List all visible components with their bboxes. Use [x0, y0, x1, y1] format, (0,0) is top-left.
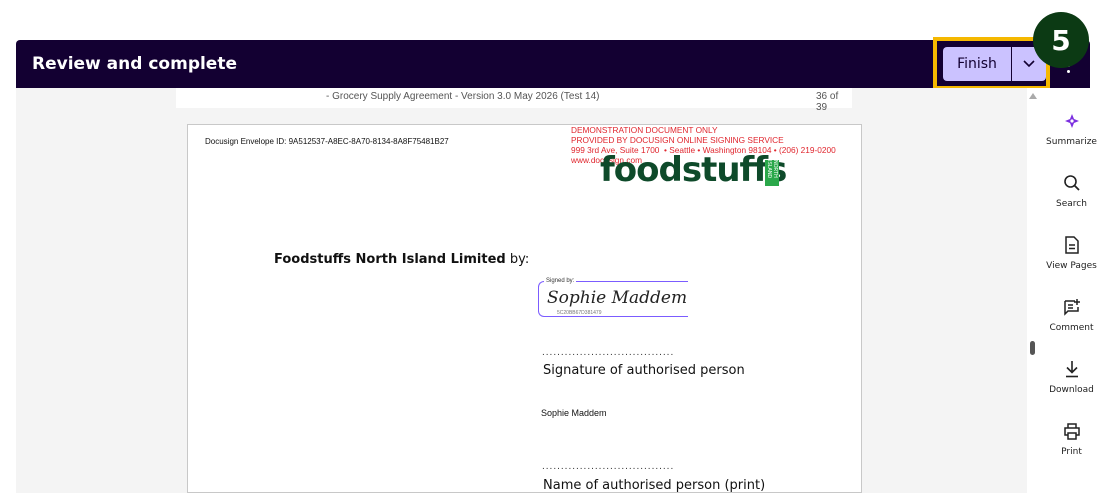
signature-label: Signature of authorised person: [543, 363, 745, 378]
name-label: Name of authorised person (print): [543, 478, 766, 493]
step-badge: 5: [1033, 12, 1089, 68]
scroll-up-arrow[interactable]: [1029, 93, 1037, 99]
finish-button-group[interactable]: Finish: [943, 47, 1046, 81]
scrollbar[interactable]: [1027, 88, 1037, 493]
pages-icon: [1064, 234, 1080, 256]
finish-button[interactable]: Finish: [943, 47, 1012, 81]
download-tool[interactable]: Download: [1037, 358, 1106, 395]
view-pages-tool[interactable]: View Pages: [1037, 234, 1106, 271]
print-tool[interactable]: Print: [1037, 420, 1106, 457]
logo-tag: NORTH ISLAND: [765, 160, 779, 186]
document-info-bar: - Grocery Supply Agreement - Version 3.0…: [176, 88, 852, 113]
sparkle-icon: [1064, 110, 1080, 132]
print-label: Print: [1061, 447, 1082, 457]
summarize-label: Summarize: [1046, 137, 1097, 147]
chevron-down-icon: [1023, 60, 1035, 68]
scroll-thumb[interactable]: [1030, 341, 1035, 355]
download-label: Download: [1049, 385, 1094, 395]
search-tool[interactable]: Search: [1037, 172, 1106, 209]
view-pages-label: View Pages: [1046, 261, 1097, 271]
company-suffix: by:: [505, 252, 530, 267]
search-label: Search: [1056, 199, 1087, 209]
page-title: Review and complete: [32, 54, 237, 74]
signature-dotted-line: ...................................: [542, 347, 675, 358]
signed-by-label: Signed by:: [544, 278, 577, 284]
signature-script: Sophie Maddem: [547, 288, 688, 308]
comment-tool[interactable]: Comment: [1037, 296, 1106, 333]
more-dot: [1066, 69, 1070, 73]
print-icon: [1063, 420, 1081, 442]
header-bar: Review and complete: [16, 40, 1090, 88]
page-indicator: 36 of 39: [816, 91, 839, 113]
document-title: - Grocery Supply Agreement - Version 3.0…: [326, 91, 600, 102]
search-icon: [1063, 172, 1081, 194]
name-dotted-line: ...................................: [542, 461, 675, 472]
comment-icon: [1063, 296, 1081, 318]
download-icon: [1064, 358, 1080, 380]
summarize-tool[interactable]: Summarize: [1037, 110, 1106, 147]
company-line: Foodstuffs North Island Limited by:: [274, 252, 529, 267]
company-name: Foodstuffs North Island Limited: [274, 252, 506, 267]
signer-name: Sophie Maddem: [541, 408, 607, 418]
envelope-id: Docusign Envelope ID: 9A512537-A8EC-8A70…: [205, 137, 449, 146]
foodstuffs-logo: foodstuffs: [600, 150, 787, 190]
comment-label: Comment: [1049, 323, 1094, 333]
signature-hash: 5C20BB67D381479: [557, 310, 602, 316]
